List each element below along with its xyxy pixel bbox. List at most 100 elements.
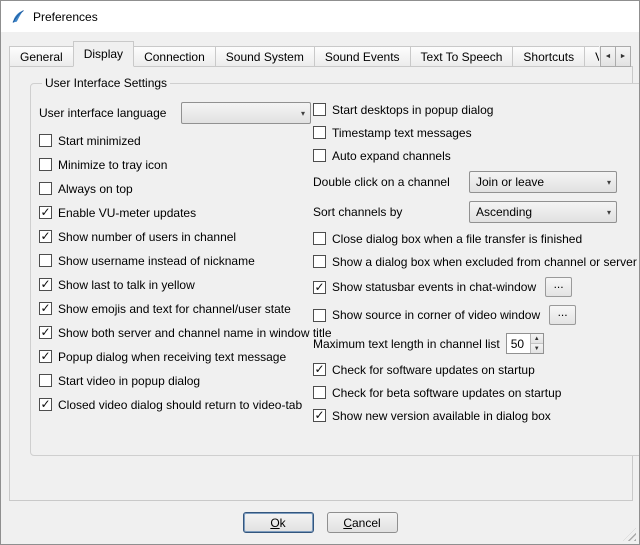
display-tab-page: User Interface Settings User interface l… xyxy=(9,66,633,501)
checkbox-row-beta-updates[interactable]: Check for beta software updates on start… xyxy=(313,385,637,400)
chevron-down-icon: ▾ xyxy=(607,178,611,187)
checkbox-row-excluded-dialog[interactable]: Show a dialog box when excluded from cha… xyxy=(313,254,637,269)
tab-text-to-speech[interactable]: Text To Speech xyxy=(410,46,514,67)
tab-scroll-right-icon[interactable]: ► xyxy=(615,46,631,67)
checkbox[interactable] xyxy=(39,350,52,363)
tab-label: Display xyxy=(84,47,123,61)
statusbar-events-config-button[interactable]: ... xyxy=(545,277,572,297)
max-text-length-spinner[interactable]: 50 ▲ ▼ xyxy=(506,333,544,354)
tab-label: Sound System xyxy=(226,50,304,64)
checkbox-row-always-on-top[interactable]: Always on top xyxy=(39,181,313,196)
spinner-value: 50 xyxy=(507,334,530,353)
spinner-buttons: ▲ ▼ xyxy=(530,334,543,353)
checkbox[interactable] xyxy=(39,326,52,339)
checkbox-row-vu-meter[interactable]: Enable VU-meter updates xyxy=(39,205,313,220)
checkbox-label: Show emojis and text for channel/user st… xyxy=(58,302,291,316)
tab-video[interactable]: Video xyxy=(584,46,599,67)
checkbox-label: Start desktops in popup dialog xyxy=(332,103,493,117)
checkbox[interactable] xyxy=(39,278,52,291)
checkbox[interactable] xyxy=(313,309,326,322)
checkbox[interactable] xyxy=(39,302,52,315)
spinner-up-icon[interactable]: ▲ xyxy=(531,334,543,344)
checkbox-row-new-version-dialog[interactable]: Show new version available in dialog box xyxy=(313,408,637,423)
dialog-footer: Ok Cancel xyxy=(1,512,639,533)
tab-sound-events[interactable]: Sound Events xyxy=(314,46,411,67)
tab-connection[interactable]: Connection xyxy=(133,46,216,67)
checkbox-label: Show statusbar events in chat-window xyxy=(332,280,536,294)
checkbox-label: Always on top xyxy=(58,182,133,196)
checkbox[interactable] xyxy=(313,386,326,399)
checkbox[interactable] xyxy=(313,409,326,422)
video-source-config-button[interactable]: ... xyxy=(549,305,576,325)
checkbox-label: Show both server and channel name in win… xyxy=(58,326,332,340)
checkbox-row-auto-expand[interactable]: Auto expand channels xyxy=(313,148,637,163)
ui-language-combobox[interactable]: ▾ xyxy=(181,102,311,124)
checkbox-row-popup-text-message[interactable]: Popup dialog when receiving text message xyxy=(39,349,313,364)
checkbox-label: Show a dialog box when excluded from cha… xyxy=(332,255,637,269)
checkbox[interactable] xyxy=(39,374,52,387)
tab-shortcuts[interactable]: Shortcuts xyxy=(512,46,585,67)
checkbox-label: Auto expand channels xyxy=(332,149,451,163)
titlebar[interactable]: Preferences xyxy=(1,1,639,32)
checkbox[interactable] xyxy=(313,363,326,376)
checkbox-row-username-instead-nickname[interactable]: Show username instead of nickname xyxy=(39,253,313,268)
preferences-window: Preferences General Display Connection S… xyxy=(0,0,640,545)
checkbox-row-video-return-tab[interactable]: Closed video dialog should return to vid… xyxy=(39,397,313,412)
chevron-down-icon: ▾ xyxy=(607,208,611,217)
checkbox-label: Minimize to tray icon xyxy=(58,158,167,172)
checkbox-row-window-title[interactable]: Show both server and channel name in win… xyxy=(39,325,313,340)
checkbox-row-emojis[interactable]: Show emojis and text for channel/user st… xyxy=(39,301,313,316)
checkbox[interactable] xyxy=(313,126,326,139)
tab-label: General xyxy=(20,50,63,64)
checkbox[interactable] xyxy=(313,149,326,162)
tab-display[interactable]: Display xyxy=(73,41,134,67)
tab-label: Connection xyxy=(144,50,205,64)
tab-label: Text To Speech xyxy=(421,50,503,64)
checkbox[interactable] xyxy=(39,254,52,267)
checkbox[interactable] xyxy=(39,206,52,219)
chevron-down-icon: ▾ xyxy=(301,109,305,118)
ok-button[interactable]: Ok xyxy=(243,512,314,533)
checkbox[interactable] xyxy=(39,134,52,147)
double-click-row: Double click on a channel Join or leave … xyxy=(313,171,637,193)
checkbox-label: Check for beta software updates on start… xyxy=(332,386,561,400)
checkbox-row-last-to-talk[interactable]: Show last to talk in yellow xyxy=(39,277,313,292)
checkbox[interactable] xyxy=(313,103,326,116)
checkbox-row-desktops-popup[interactable]: Start desktops in popup dialog xyxy=(313,102,637,117)
sort-channels-row: Sort channels by Ascending ▾ xyxy=(313,201,637,223)
checkbox[interactable] xyxy=(39,230,52,243)
checkbox[interactable] xyxy=(39,158,52,171)
checkbox-row-minimize-to-tray[interactable]: Minimize to tray icon xyxy=(39,157,313,172)
tab-strip: General Display Connection Sound System … xyxy=(9,37,599,67)
tab-label: Sound Events xyxy=(325,50,400,64)
checkbox-row-file-transfer-dialog[interactable]: Close dialog box when a file transfer is… xyxy=(313,231,637,246)
checkbox-row-user-count[interactable]: Show number of users in channel xyxy=(39,229,313,244)
checkbox[interactable] xyxy=(39,182,52,195)
checkbox[interactable] xyxy=(313,232,326,245)
checkbox-row-software-updates[interactable]: Check for software updates on startup xyxy=(313,362,637,377)
checkbox-label: Start minimized xyxy=(58,134,141,148)
checkbox[interactable] xyxy=(313,255,326,268)
spinner-down-icon[interactable]: ▼ xyxy=(531,344,543,353)
checkbox-label: Show number of users in channel xyxy=(58,230,236,244)
tab-scroll-buttons: ◄ ► xyxy=(601,46,631,67)
checkbox-row-start-minimized[interactable]: Start minimized xyxy=(39,133,313,148)
ui-language-label: User interface language xyxy=(39,106,175,120)
double-click-combobox[interactable]: Join or leave ▾ xyxy=(469,171,617,193)
tab-sound-system[interactable]: Sound System xyxy=(215,46,315,67)
checkbox[interactable] xyxy=(313,281,326,294)
double-click-label: Double click on a channel xyxy=(313,175,463,189)
checkbox[interactable] xyxy=(39,398,52,411)
group-title: User Interface Settings xyxy=(42,76,170,90)
cancel-button[interactable]: Cancel xyxy=(327,512,398,533)
checkbox-label: Check for software updates on startup xyxy=(332,363,535,377)
tab-scroll-left-icon[interactable]: ◄ xyxy=(600,46,616,67)
checkbox-row-timestamp[interactable]: Timestamp text messages xyxy=(313,125,637,140)
app-icon xyxy=(10,9,26,25)
tab-general[interactable]: General xyxy=(9,46,74,67)
checkbox-label: Show new version available in dialog box xyxy=(332,409,551,423)
sort-channels-combobox[interactable]: Ascending ▾ xyxy=(469,201,617,223)
video-source-row: Show source in corner of video window ..… xyxy=(313,305,637,325)
checkbox-row-video-popup[interactable]: Start video in popup dialog xyxy=(39,373,313,388)
tab-label: Shortcuts xyxy=(523,50,574,64)
